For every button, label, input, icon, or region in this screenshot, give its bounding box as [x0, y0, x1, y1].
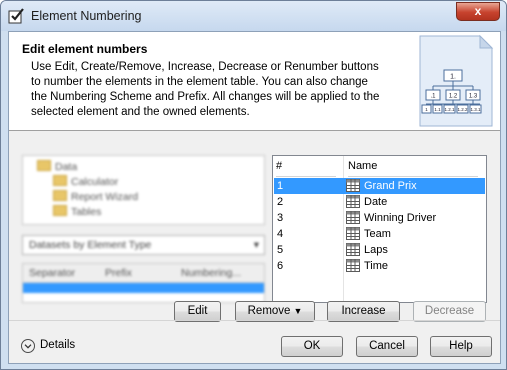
table-row[interactable]: [23, 283, 264, 293]
numbering-settings-panel: Data Calculator Report Wizard Tables Dat…: [22, 155, 265, 303]
svg-text:1.1: 1.1: [434, 107, 441, 112]
chevron-down-icon: [21, 339, 35, 353]
decrease-button[interactable]: Decrease: [413, 301, 486, 322]
row-number: 3: [277, 212, 284, 224]
app-icon: [8, 8, 24, 24]
folder-icon: [37, 160, 51, 171]
table-row[interactable]: 1 Grand Prix: [274, 178, 485, 194]
column-header-number[interactable]: #: [276, 156, 336, 177]
edit-button[interactable]: Edit: [174, 301, 221, 322]
ok-button[interactable]: OK: [281, 336, 343, 357]
close-button[interactable]: x: [456, 2, 500, 21]
element-tree[interactable]: Data Calculator Report Wizard Tables: [22, 155, 265, 225]
svg-text:1.: 1.: [450, 74, 456, 81]
table-icon: [346, 211, 360, 224]
element-table[interactable]: # Name 1 Grand Prix 2 Date 3 Winning Driver 4 T…: [272, 155, 487, 303]
tree-item[interactable]: Report Wizard: [53, 190, 138, 203]
dataset-combo[interactable]: Datasets by Element Type ▾: [22, 235, 265, 255]
row-number: 2: [277, 196, 284, 208]
table-icon: [346, 243, 360, 256]
table-icon: [346, 195, 360, 208]
table-row[interactable]: 6 Time: [274, 258, 485, 274]
dialog-body: Edit element numbers Use Edit, Create/Re…: [8, 31, 501, 364]
folder-icon: [53, 205, 67, 216]
tree-item[interactable]: Tables: [53, 205, 101, 218]
tree-item[interactable]: Data: [37, 160, 77, 173]
folder-icon: [53, 190, 67, 201]
row-name: Time: [364, 260, 389, 272]
row-name: Date: [364, 196, 388, 208]
row-number: 5: [277, 244, 284, 256]
table-row[interactable]: 2 Date: [274, 194, 485, 210]
table-icon: [346, 259, 360, 272]
cancel-button[interactable]: Cancel: [356, 336, 418, 357]
close-icon: x: [474, 4, 482, 18]
row-number: 6: [277, 260, 284, 272]
remove-button[interactable]: Remove ▼: [235, 301, 315, 322]
svg-text:1.2.1: 1.2.1: [444, 107, 455, 112]
row-number: 4: [277, 228, 284, 240]
folder-icon: [53, 175, 67, 186]
help-button[interactable]: Help: [430, 336, 492, 357]
table-row[interactable]: 4 Team: [274, 226, 485, 242]
header-panel: Edit element numbers Use Edit, Create/Re…: [9, 32, 500, 131]
svg-text:1.3.1: 1.3.1: [470, 107, 481, 112]
row-name: Laps: [364, 244, 388, 256]
svg-text:.1: .1: [430, 94, 436, 100]
dialog-window: Element Numbering x Edit element numbers…: [0, 0, 507, 370]
separator-table[interactable]: Separator Prefix Numbering...: [22, 263, 265, 303]
separator-table-header: Separator Prefix Numbering...: [23, 264, 264, 283]
numbering-diagram-icon: 1. .1 1.2 1.3 1 1.1 1.2.1 1.2.2 1.3.1: [419, 34, 494, 127]
row-name: Grand Prix: [364, 180, 417, 192]
increase-button[interactable]: Increase: [327, 301, 400, 322]
row-number: 1: [277, 180, 284, 192]
tree-item[interactable]: Calculator: [53, 175, 118, 188]
window-title: Element Numbering: [31, 9, 142, 23]
table-icon: [346, 227, 360, 240]
chevron-down-icon: ▾: [253, 239, 259, 251]
caret-down-icon: ▼: [293, 306, 303, 316]
table-icon: [346, 179, 360, 192]
svg-text:1.2: 1.2: [449, 94, 458, 100]
title-bar[interactable]: Element Numbering x: [1, 1, 506, 31]
header-title: Edit element numbers: [22, 42, 148, 56]
column-header-name[interactable]: Name: [348, 156, 478, 177]
svg-text:1.3: 1.3: [469, 94, 478, 100]
row-name: Winning Driver: [364, 212, 437, 224]
footer-divider: [9, 320, 500, 321]
svg-text:1.2.2: 1.2.2: [457, 107, 468, 112]
table-row[interactable]: 5 Laps: [274, 242, 485, 258]
table-row[interactable]: 3 Winning Driver: [274, 210, 485, 226]
row-name: Team: [364, 228, 391, 240]
header-description: Use Edit, Create/Remove, Increase, Decre…: [31, 61, 380, 118]
